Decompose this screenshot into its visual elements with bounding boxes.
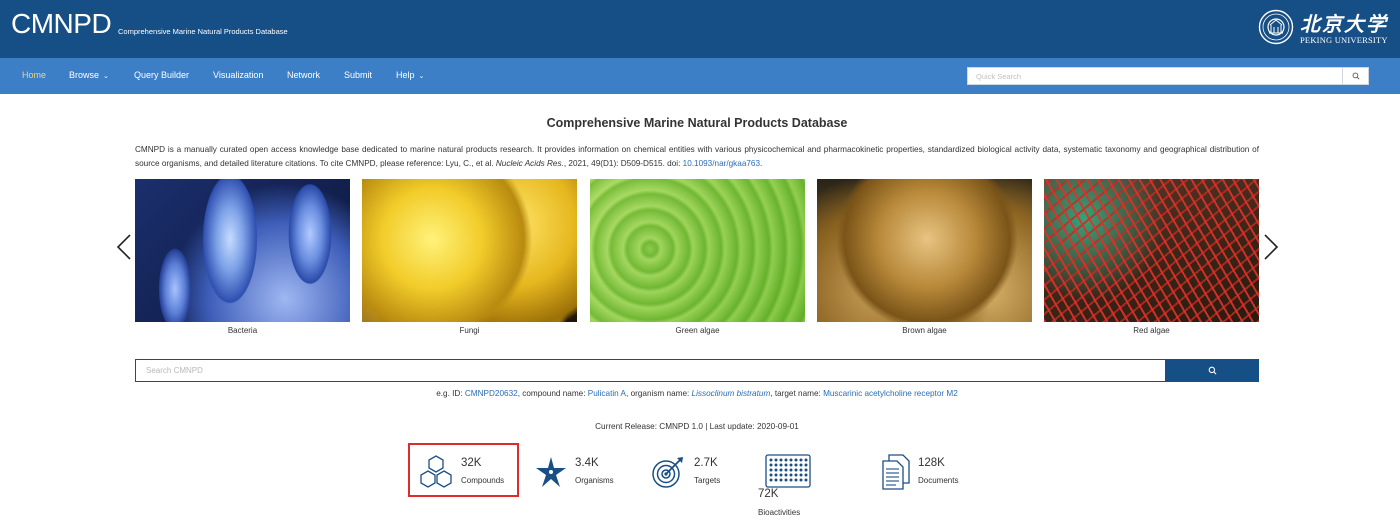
assay-plate-icon: [765, 454, 811, 488]
search-examples: e.g. ID: CMNPD20632, compound name: Puli…: [135, 389, 1259, 398]
stat-documents[interactable]: 128K Documents: [882, 448, 992, 498]
chevron-down-icon: ⌄: [103, 73, 109, 80]
nav-help[interactable]: Help ⌄: [396, 70, 424, 80]
hexagon-molecule-icon: [420, 455, 452, 488]
carousel-prev-arrow-icon[interactable]: [116, 234, 132, 260]
nav-network[interactable]: Network: [287, 70, 320, 80]
stat-label: Documents: [918, 476, 959, 485]
stat-value: 2.7K: [694, 457, 718, 469]
quick-search: [967, 67, 1369, 85]
eg-organism-link[interactable]: Lissoclinum bistratum: [692, 389, 771, 398]
nav-submit[interactable]: Submit: [344, 70, 372, 80]
eg-label: , target name:: [770, 389, 824, 398]
slide-image-bacteria[interactable]: [135, 179, 350, 322]
slide-caption: Bacteria: [227, 326, 258, 335]
slide-image-brown-algae[interactable]: [817, 179, 1032, 322]
stat-label: Organisms: [575, 476, 614, 485]
stat-label: Targets: [694, 476, 721, 485]
stat-value: 32K: [461, 457, 482, 469]
stat-bioactivities[interactable]: 72K Bioactivities: [758, 448, 858, 520]
stat-targets[interactable]: 2.7K Targets: [651, 448, 751, 498]
slide-image-red-algae[interactable]: [1044, 179, 1259, 322]
brand-logo[interactable]: CMNPD: [11, 8, 112, 40]
eg-compound-link[interactable]: Pulicatin A: [588, 389, 626, 398]
intro-journal: Nucleic Acids Res.: [495, 158, 564, 168]
main-search: [135, 359, 1259, 382]
starfish-icon: [536, 457, 566, 487]
stat-value: 128K: [918, 457, 945, 469]
eg-label: e.g. ID:: [436, 389, 465, 398]
stat-organisms[interactable]: 3.4K Organisms: [534, 448, 634, 498]
nav-query-builder[interactable]: Query Builder: [134, 70, 189, 80]
eg-label: , compound name:: [517, 389, 588, 398]
intro-cite-rest: , 2021, 49(D1): D509-D515. doi:: [563, 158, 683, 168]
brand-subtitle: Comprehensive Marine Natural Products Da…: [118, 27, 288, 36]
carousel-next-arrow-icon[interactable]: [1263, 234, 1279, 260]
slide-caption: Green algae: [675, 326, 720, 335]
doi-link[interactable]: 10.1093/nar/gkaa763: [683, 159, 760, 168]
slide-caption: Brown algae: [902, 326, 947, 335]
top-header: CMNPD Comprehensive Marine Natural Produ…: [0, 0, 1400, 58]
release-info: Current Release: CMNPD 1.0 | Last update…: [595, 422, 799, 431]
stat-label: Bioactivities: [758, 508, 801, 517]
university-name-cn: 北京大学: [1300, 12, 1388, 36]
slide-caption: Fungi: [459, 326, 480, 335]
eg-id-link[interactable]: CMNPD20632: [465, 389, 518, 398]
eg-target-link[interactable]: Muscarinic acetylcholine receptor M2: [823, 389, 958, 398]
quick-search-input[interactable]: [968, 68, 1342, 84]
target-icon: [652, 457, 683, 488]
nav-browse[interactable]: Browse ⌄: [69, 70, 109, 80]
quick-search-button[interactable]: [1342, 68, 1368, 84]
search-icon: [1352, 72, 1360, 80]
intro-end: .: [760, 158, 763, 168]
pku-seal-icon: [1258, 9, 1294, 45]
intro-paragraph: CMNPD is a manually curated open access …: [135, 143, 1259, 170]
slide-caption: Red algae: [1133, 326, 1170, 335]
university-name-en: PEKING UNIVERSITY: [1300, 35, 1388, 45]
documents-icon: [882, 454, 910, 490]
stat-compounds[interactable]: 32K Compounds: [418, 448, 518, 498]
search-icon: [1208, 366, 1216, 375]
eg-label: , organism name:: [626, 389, 692, 398]
stat-value: 72K: [758, 488, 779, 500]
nav-visualization[interactable]: Visualization: [213, 70, 263, 80]
main-search-input[interactable]: [136, 360, 1164, 381]
slide-image-fungi[interactable]: [362, 179, 577, 322]
stat-label: Compounds: [461, 476, 505, 485]
page-title: Comprehensive Marine Natural Products Da…: [546, 116, 848, 130]
nav-home[interactable]: Home: [22, 70, 46, 80]
main-search-button[interactable]: [1165, 359, 1259, 382]
chevron-down-icon: ⌄: [418, 73, 425, 80]
slide-image-green-algae[interactable]: [590, 179, 805, 322]
stat-value: 3.4K: [575, 457, 599, 469]
